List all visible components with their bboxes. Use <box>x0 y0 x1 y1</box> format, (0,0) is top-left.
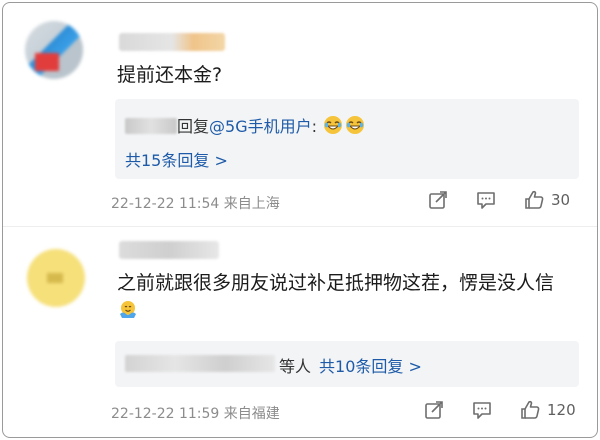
comment-text: 之前就跟很多朋友说过补足抵押物这茬，愣是没人信 <box>117 269 577 325</box>
comment-item: 之前就跟很多朋友说过补足抵押物这茬，愣是没人信 等人 共10条回复 > 22-12… <box>3 3 597 422</box>
reply-count-link[interactable]: 共10条回复 > <box>319 357 422 376</box>
reply-suffix: 等人 <box>279 357 312 376</box>
comment-text-content: 之前就跟很多朋友说过补足抵押物这茬，愣是没人信 <box>117 272 555 294</box>
hug-emoji <box>120 301 136 318</box>
comment-divider <box>3 226 597 227</box>
replier-names-blurred <box>125 355 275 372</box>
reply-summary: 等人 共10条回复 > <box>279 353 422 377</box>
username-blurred[interactable] <box>119 241 219 259</box>
share-icon[interactable] <box>423 399 445 421</box>
comment-actions: 120 <box>423 399 576 421</box>
comment-icon[interactable] <box>471 399 493 421</box>
comment-meta: 22-12-22 11:59 来自福建 <box>111 406 280 422</box>
reply-preview[interactable]: 等人 共10条回复 > <box>115 341 579 387</box>
comment-list: 提前还本金? 回复@5G手机用户: 共15条回复 > 22-12-22 11:5… <box>2 2 598 438</box>
like-icon[interactable] <box>519 399 541 421</box>
avatar[interactable] <box>27 249 85 307</box>
like-count: 120 <box>547 401 576 419</box>
